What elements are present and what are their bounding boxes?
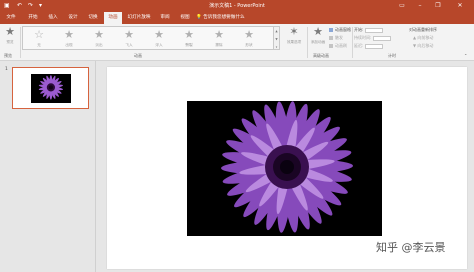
tab-review[interactable]: 审阅 — [156, 12, 174, 24]
animation-pane-button[interactable]: 动画窗格 — [329, 27, 351, 33]
add-animation-label: 添加动画 — [310, 40, 326, 44]
group-divider — [352, 27, 353, 58]
animation-float-in[interactable]: ★ 浮入 — [147, 28, 171, 52]
collapse-ribbon-icon[interactable]: ⌃ — [464, 53, 467, 59]
move-earlier-label: 向前移动 — [417, 35, 434, 40]
star-icon: ★ — [154, 28, 164, 41]
move-earlier-button[interactable]: ▲ 向前移动 — [413, 35, 433, 41]
duration-spinner[interactable] — [373, 35, 392, 41]
slide-thumbnail[interactable] — [12, 67, 89, 109]
gallery-scroll-buttons[interactable]: ▲ ▼ ▾ — [274, 26, 280, 50]
animation-none[interactable]: ☆ 无 — [27, 28, 51, 52]
group-label-timing: 计时 — [388, 53, 396, 58]
ribbon-display-options-icon[interactable]: ▭ — [394, 0, 410, 12]
flower-picture[interactable] — [187, 101, 382, 236]
animation-wipe[interactable]: ★ 擦除 — [207, 28, 231, 52]
animation-label: 劈裂 — [185, 43, 193, 47]
reorder-heading: 对动画重新排序 — [409, 27, 437, 32]
tab-slideshow[interactable]: 幻灯片放映 — [124, 12, 154, 24]
animation-gallery: ☆ 无 ★ 出现 ★ 淡出 ★ 飞入 ★ 浮入 ★ 劈裂 ★ 擦除 ★ 形状 — [22, 26, 274, 50]
star-icon: ☆ — [34, 28, 44, 41]
star-icon: ★ — [214, 28, 224, 41]
tab-view[interactable]: 视图 — [176, 12, 194, 24]
delay-spinner[interactable] — [365, 43, 384, 49]
animation-label: 无 — [37, 43, 41, 47]
trigger-icon — [329, 36, 333, 40]
animation-painter-label: 动画刷 — [335, 43, 347, 48]
timing-start-label: 开始: — [354, 27, 364, 32]
animation-label: 出现 — [65, 43, 73, 47]
tab-animations[interactable]: 动画 — [104, 12, 122, 24]
star-icon: ★ — [184, 28, 194, 41]
tab-home[interactable]: 开始 — [24, 12, 42, 24]
group-label-preview: 预览 — [4, 53, 12, 58]
preview-label: 预览 — [6, 40, 14, 44]
group-label-animation: 动画 — [134, 53, 142, 58]
effect-options-icon: ✶ — [289, 25, 299, 38]
ribbon-tabs: 文件 开始 插入 设计 切换 动画 幻灯片放映 审阅 视图 💡 告诉我您想要做什… — [0, 12, 474, 24]
start-dropdown[interactable] — [365, 27, 384, 33]
effect-options-button[interactable]: ✶ 效果选项 — [283, 25, 305, 49]
close-button[interactable]: ✕ — [452, 0, 468, 12]
add-animation-icon: ★ — [313, 25, 323, 38]
title-bar: ▣ ↶ ↷ ▾ 演示文稿1 - PowerPoint ▭ – ❐ ✕ — [0, 0, 474, 12]
watermark: 知乎 @李云景 — [376, 241, 446, 254]
star-icon: ★ — [94, 28, 104, 41]
animation-pane-label: 动画窗格 — [335, 27, 351, 32]
animation-painter-icon — [329, 44, 333, 48]
animation-label: 飞入 — [125, 43, 133, 47]
trigger-button[interactable]: 触发 — [329, 35, 343, 41]
preview-star-icon: ★ — [5, 25, 15, 38]
tab-insert[interactable]: 插入 — [44, 12, 62, 24]
restore-button[interactable]: ❐ — [430, 0, 446, 12]
move-later-label: 向后移动 — [417, 43, 434, 48]
animation-shape[interactable]: ★ 形状 — [237, 28, 261, 52]
animation-split[interactable]: ★ 劈裂 — [177, 28, 201, 52]
effect-options-label: 效果选项 — [286, 40, 302, 44]
tell-me-placeholder: 告诉我您想要做什么 — [203, 15, 245, 20]
animation-label: 浮入 — [155, 43, 163, 47]
tell-me-box[interactable]: 💡 告诉我您想要做什么 — [196, 12, 245, 24]
slide-thumbnail-panel: 1 — [0, 61, 96, 272]
timing-delay: 延迟: — [354, 43, 384, 49]
animation-pane-icon — [329, 28, 333, 32]
slide-number: 1 — [5, 67, 8, 72]
group-divider — [20, 27, 21, 58]
preview-button[interactable]: ★ 预览 — [2, 25, 18, 49]
animation-fly-in[interactable]: ★ 飞入 — [117, 28, 141, 52]
star-icon: ★ — [64, 28, 74, 41]
tab-design[interactable]: 设计 — [64, 12, 82, 24]
move-later-button[interactable]: ▼ 向后移动 — [413, 43, 433, 49]
star-icon: ★ — [124, 28, 134, 41]
animation-fade[interactable]: ★ 淡出 — [87, 28, 111, 52]
add-animation-button[interactable]: ★ 添加动画 — [309, 25, 327, 49]
timing-start: 开始: — [354, 27, 384, 33]
animation-appear[interactable]: ★ 出现 — [57, 28, 81, 52]
group-divider — [307, 27, 308, 58]
tab-file[interactable]: 文件 — [3, 12, 19, 24]
timing-delay-label: 延迟: — [354, 43, 364, 48]
animation-label: 形状 — [245, 43, 253, 47]
trigger-label: 触发 — [335, 35, 343, 40]
timing-duration-label: 持续时间: — [354, 35, 372, 40]
slide-canvas[interactable] — [107, 67, 467, 269]
ribbon-panel: ★ 预览 ☆ 无 ★ 出现 ★ 淡出 ★ 飞入 ★ 浮入 ★ 劈裂 ★ 擦除 ★… — [0, 24, 474, 61]
animation-label: 擦除 — [215, 43, 223, 47]
minimize-button[interactable]: – — [412, 0, 428, 12]
tab-transitions[interactable]: 切换 — [84, 12, 102, 24]
star-icon: ★ — [244, 28, 254, 41]
timing-duration: 持续时间: — [354, 35, 392, 41]
group-label-advanced: 高级动画 — [313, 53, 329, 58]
lightbulb-icon: 💡 — [196, 15, 202, 20]
animation-label: 淡出 — [95, 43, 103, 47]
animation-painter-button[interactable]: 动画刷 — [329, 43, 347, 49]
thumbnail-flower-image — [31, 74, 71, 103]
